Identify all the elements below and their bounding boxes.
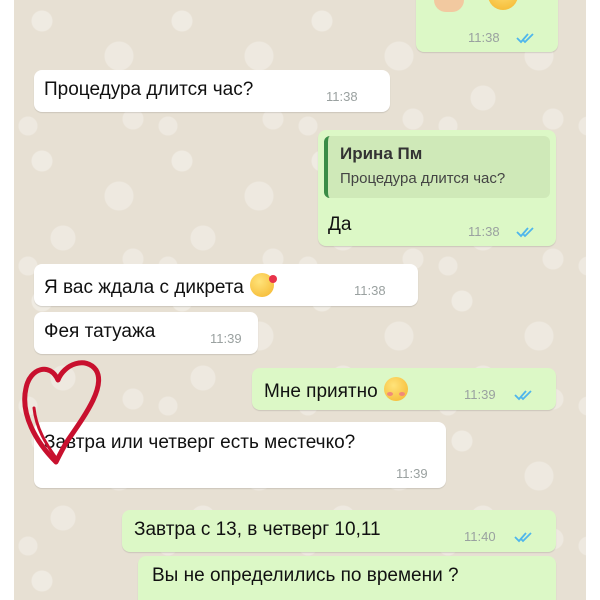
chat-background: 11:38 Процедура длится час? 11:38 Ирина …: [14, 0, 586, 600]
thumbs-up-emoji: [434, 0, 464, 12]
smiling-face-with-hearts-emoji: [249, 273, 277, 297]
read-receipt-icon: [516, 227, 534, 238]
message-text: Я вас ждала с дикрета: [44, 273, 277, 299]
message-time: 11:38: [468, 30, 500, 45]
read-receipt-icon: [514, 390, 532, 401]
quoted-message[interactable]: Ирина Пм Процедура длится час?: [324, 136, 550, 198]
message-time: 11:39: [396, 466, 428, 481]
smiling-face-emoji: [488, 0, 518, 10]
message-time: 11:38: [354, 283, 386, 298]
message-incoming[interactable]: Фея татуажа 11:39: [34, 312, 258, 354]
message-incoming[interactable]: Процедура длится час? 11:38: [34, 70, 390, 112]
message-text: Завтра с 13, в четверг 10,11: [134, 519, 381, 540]
message-text: Вы не определились по времени ?: [152, 565, 459, 586]
message-time: 11:38: [468, 224, 500, 239]
blushing-face-emoji: [383, 377, 408, 401]
message-text: Процедура длится час?: [44, 79, 254, 100]
message-text: Мне приятно: [264, 377, 408, 403]
message-time: 11:39: [210, 331, 242, 346]
quoted-sender-name: Ирина Пм: [340, 144, 423, 163]
read-receipt-icon: [516, 33, 534, 44]
quoted-message-text: Процедура длится час?: [340, 170, 506, 187]
message-time: 11:38: [326, 89, 358, 104]
message-time: 11:39: [464, 387, 496, 402]
message-text: Да: [328, 214, 352, 235]
read-receipt-icon: [514, 532, 532, 543]
message-outgoing[interactable]: Мне приятно 11:39: [252, 368, 556, 410]
heart-doodle-icon: [22, 360, 102, 465]
message-outgoing-emoji[interactable]: 11:38: [416, 0, 558, 52]
message-incoming[interactable]: Я вас ждала с дикрета 11:38: [34, 264, 418, 306]
message-text: Фея татуажа: [44, 321, 156, 342]
message-outgoing-reply[interactable]: Ирина Пм Процедура длится час? Да 11:38: [318, 130, 556, 246]
message-time: 11:40: [464, 529, 496, 544]
message-outgoing[interactable]: Завтра с 13, в четверг 10,11 11:40: [122, 510, 556, 552]
message-outgoing[interactable]: Вы не определились по времени ?: [138, 556, 556, 600]
